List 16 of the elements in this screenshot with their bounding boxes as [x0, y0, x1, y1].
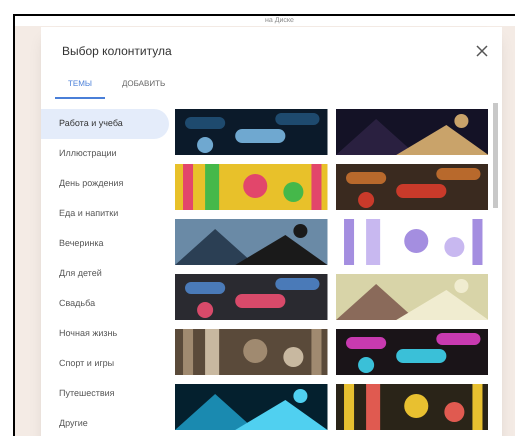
category-item[interactable]: Свадьба — [41, 289, 169, 319]
category-item[interactable]: Ночная жизнь — [41, 319, 169, 349]
dialog-title: Выбор колонтитула — [62, 43, 172, 60]
category-item[interactable]: Спорт и игры — [41, 349, 169, 379]
category-item[interactable]: Еда и напитки — [41, 199, 169, 229]
category-item[interactable]: Иллюстрации — [41, 139, 169, 169]
category-item[interactable]: Работа и учеба — [41, 109, 169, 139]
close-icon[interactable] — [476, 45, 488, 57]
category-item[interactable]: День рождения — [41, 169, 169, 199]
category-item[interactable]: Другие — [41, 409, 169, 436]
category-item[interactable]: Путешествия — [41, 379, 169, 409]
tab[interactable]: ДОБАВИТЬ — [108, 78, 178, 99]
scrollbar[interactable] — [493, 103, 498, 208]
tab[interactable]: ТЕМЫ — [55, 78, 105, 99]
category-item[interactable]: Для детей — [41, 259, 169, 289]
category-item[interactable]: Вечеринка — [41, 229, 169, 259]
